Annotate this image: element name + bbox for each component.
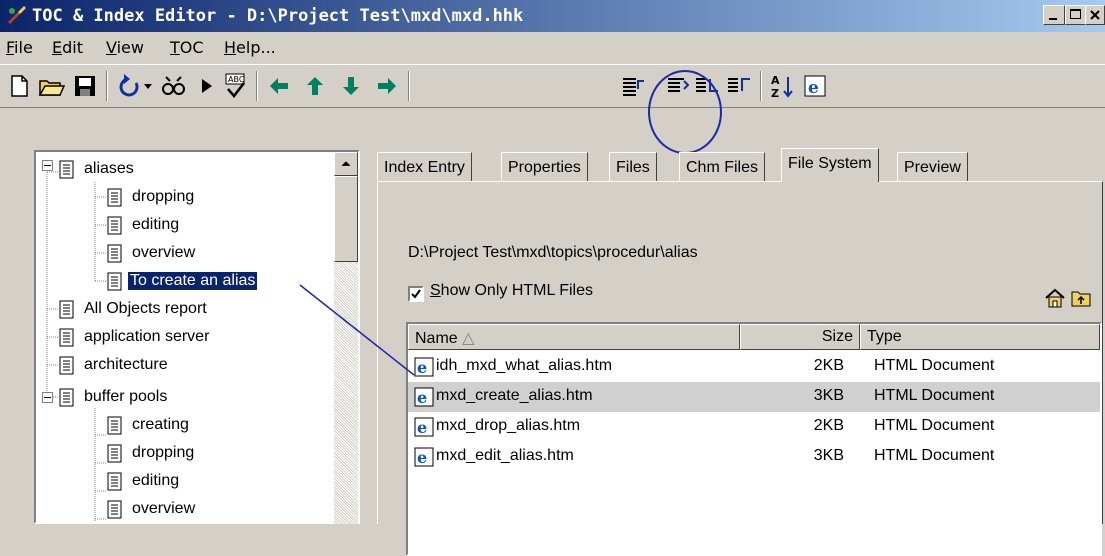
new-icon[interactable]: [4, 71, 34, 101]
menu-bar: File Edit View TOC Help...: [0, 32, 1105, 62]
menu-toc[interactable]: TOC: [170, 38, 204, 57]
tab-preview[interactable]: Preview: [897, 152, 968, 182]
html-file-icon: e: [414, 447, 434, 467]
file-row[interactable]: e mxd_edit_alias.htm 3KB HTML Document: [408, 442, 1100, 472]
tree-scrollbar[interactable]: [334, 152, 358, 524]
file-row[interactable]: e mxd_drop_alias.htm 2KB HTML Document: [408, 412, 1100, 442]
properties-panel: Index Entry Properties Files Chm Files F…: [373, 148, 1105, 556]
tab-file-system[interactable]: File System: [781, 148, 879, 182]
svg-text:e: e: [417, 358, 427, 377]
html-file-icon: e: [414, 417, 434, 437]
toolbar: ABC AZ e: [0, 64, 1105, 108]
run-icon[interactable]: [192, 71, 222, 101]
toolbar-separator: [408, 71, 410, 101]
checkmark-icon: [411, 289, 421, 299]
show-only-html-label[interactable]: Show Only HTML Files: [430, 282, 593, 300]
svg-text:e: e: [417, 388, 427, 407]
insert-after-icon[interactable]: [662, 71, 692, 101]
title-bar: TOC & Index Editor - D:\Project Test\mxd…: [0, 0, 1105, 32]
close-icon: [1090, 10, 1100, 20]
file-row[interactable]: e idh_mxd_what_alias.htm 2KB HTML Docume…: [408, 352, 1100, 382]
window-title: TOC & Index Editor - D:\Project Test\mxd…: [32, 6, 524, 26]
page-icon: [107, 416, 122, 435]
page-icon: [107, 272, 122, 291]
menu-view[interactable]: View: [106, 38, 144, 57]
move-down-icon[interactable]: [336, 71, 366, 101]
save-icon[interactable]: [70, 71, 100, 101]
svg-text:e: e: [417, 448, 427, 467]
page-icon: [107, 188, 122, 207]
insert-before-icon[interactable]: [618, 71, 648, 101]
page-icon: [59, 160, 74, 179]
up-folder-icon[interactable]: [1070, 288, 1092, 308]
svg-text:Z: Z: [771, 87, 779, 100]
page-icon: [107, 500, 122, 519]
insert-sibling-icon[interactable]: [724, 71, 754, 101]
current-path: D:\Project Test\mxd\topics\procedur\alia…: [408, 244, 698, 261]
tab-files[interactable]: Files: [609, 152, 657, 182]
scroll-thumb[interactable]: [334, 176, 358, 262]
tab-properties[interactable]: Properties: [501, 152, 588, 182]
toolbar-separator: [760, 71, 762, 101]
page-icon: [59, 356, 74, 375]
column-header-name[interactable]: Name △: [408, 324, 740, 350]
menu-help[interactable]: Help...: [224, 38, 276, 57]
file-row-selected[interactable]: e mxd_create_alias.htm 3KB HTML Document: [408, 382, 1100, 412]
tab-index-entry[interactable]: Index Entry: [377, 152, 472, 182]
page-icon: [59, 328, 74, 347]
show-only-html-checkbox[interactable]: [408, 286, 424, 302]
expander-aliases[interactable]: [42, 160, 53, 171]
file-list[interactable]: Name △ Size Type e idh_mxd_what_alias.ht…: [406, 322, 1102, 556]
page-icon: [107, 244, 122, 263]
tab-chm-files[interactable]: Chm Files: [679, 152, 766, 182]
minimize-button[interactable]: [1043, 5, 1065, 25]
html-file-icon: e: [414, 387, 434, 407]
find-icon[interactable]: [158, 71, 188, 101]
menu-file[interactable]: File: [6, 38, 33, 57]
page-icon: [59, 300, 74, 319]
move-left-icon[interactable]: [264, 71, 294, 101]
toolbar-separator: [256, 71, 258, 101]
html-file-icon: e: [414, 357, 434, 377]
close-button[interactable]: [1085, 5, 1105, 25]
arrow-up-icon: [341, 161, 351, 166]
sort-ascending-icon: △: [462, 330, 475, 347]
svg-text:ABC: ABC: [228, 75, 245, 84]
column-header-type[interactable]: Type: [860, 324, 1100, 350]
minimize-icon: [1049, 18, 1057, 20]
move-up-icon[interactable]: [300, 71, 330, 101]
undo-dropdown-icon[interactable]: [140, 71, 156, 101]
menu-edit[interactable]: Edit: [52, 38, 83, 57]
scroll-up-button[interactable]: [334, 152, 358, 176]
svg-text:e: e: [417, 418, 427, 437]
browser-icon[interactable]: e: [800, 71, 830, 101]
insert-child-icon[interactable]: [692, 71, 722, 101]
maximize-icon: [1070, 9, 1081, 19]
spellcheck-icon[interactable]: ABC: [220, 71, 250, 101]
maximize-button[interactable]: [1065, 5, 1087, 25]
column-header-size[interactable]: Size: [740, 324, 860, 350]
file-system-tab-body: D:\Project Test\mxd\topics\procedur\alia…: [377, 181, 1103, 556]
svg-text:A: A: [771, 74, 780, 87]
expander-buffer-pools[interactable]: [42, 392, 53, 403]
toolbar-separator: [106, 71, 108, 101]
open-icon[interactable]: [36, 71, 66, 101]
home-icon[interactable]: [1044, 288, 1066, 308]
move-right-icon[interactable]: [372, 71, 402, 101]
page-icon: [59, 388, 74, 407]
app-icon: [8, 6, 26, 24]
toc-tree[interactable]: aliases dropping editing overview To cre…: [34, 150, 360, 524]
page-icon: [107, 216, 122, 235]
svg-text:e: e: [808, 78, 819, 98]
page-icon: [107, 444, 122, 463]
page-icon: [107, 472, 122, 491]
sort-icon[interactable]: AZ: [766, 71, 796, 101]
